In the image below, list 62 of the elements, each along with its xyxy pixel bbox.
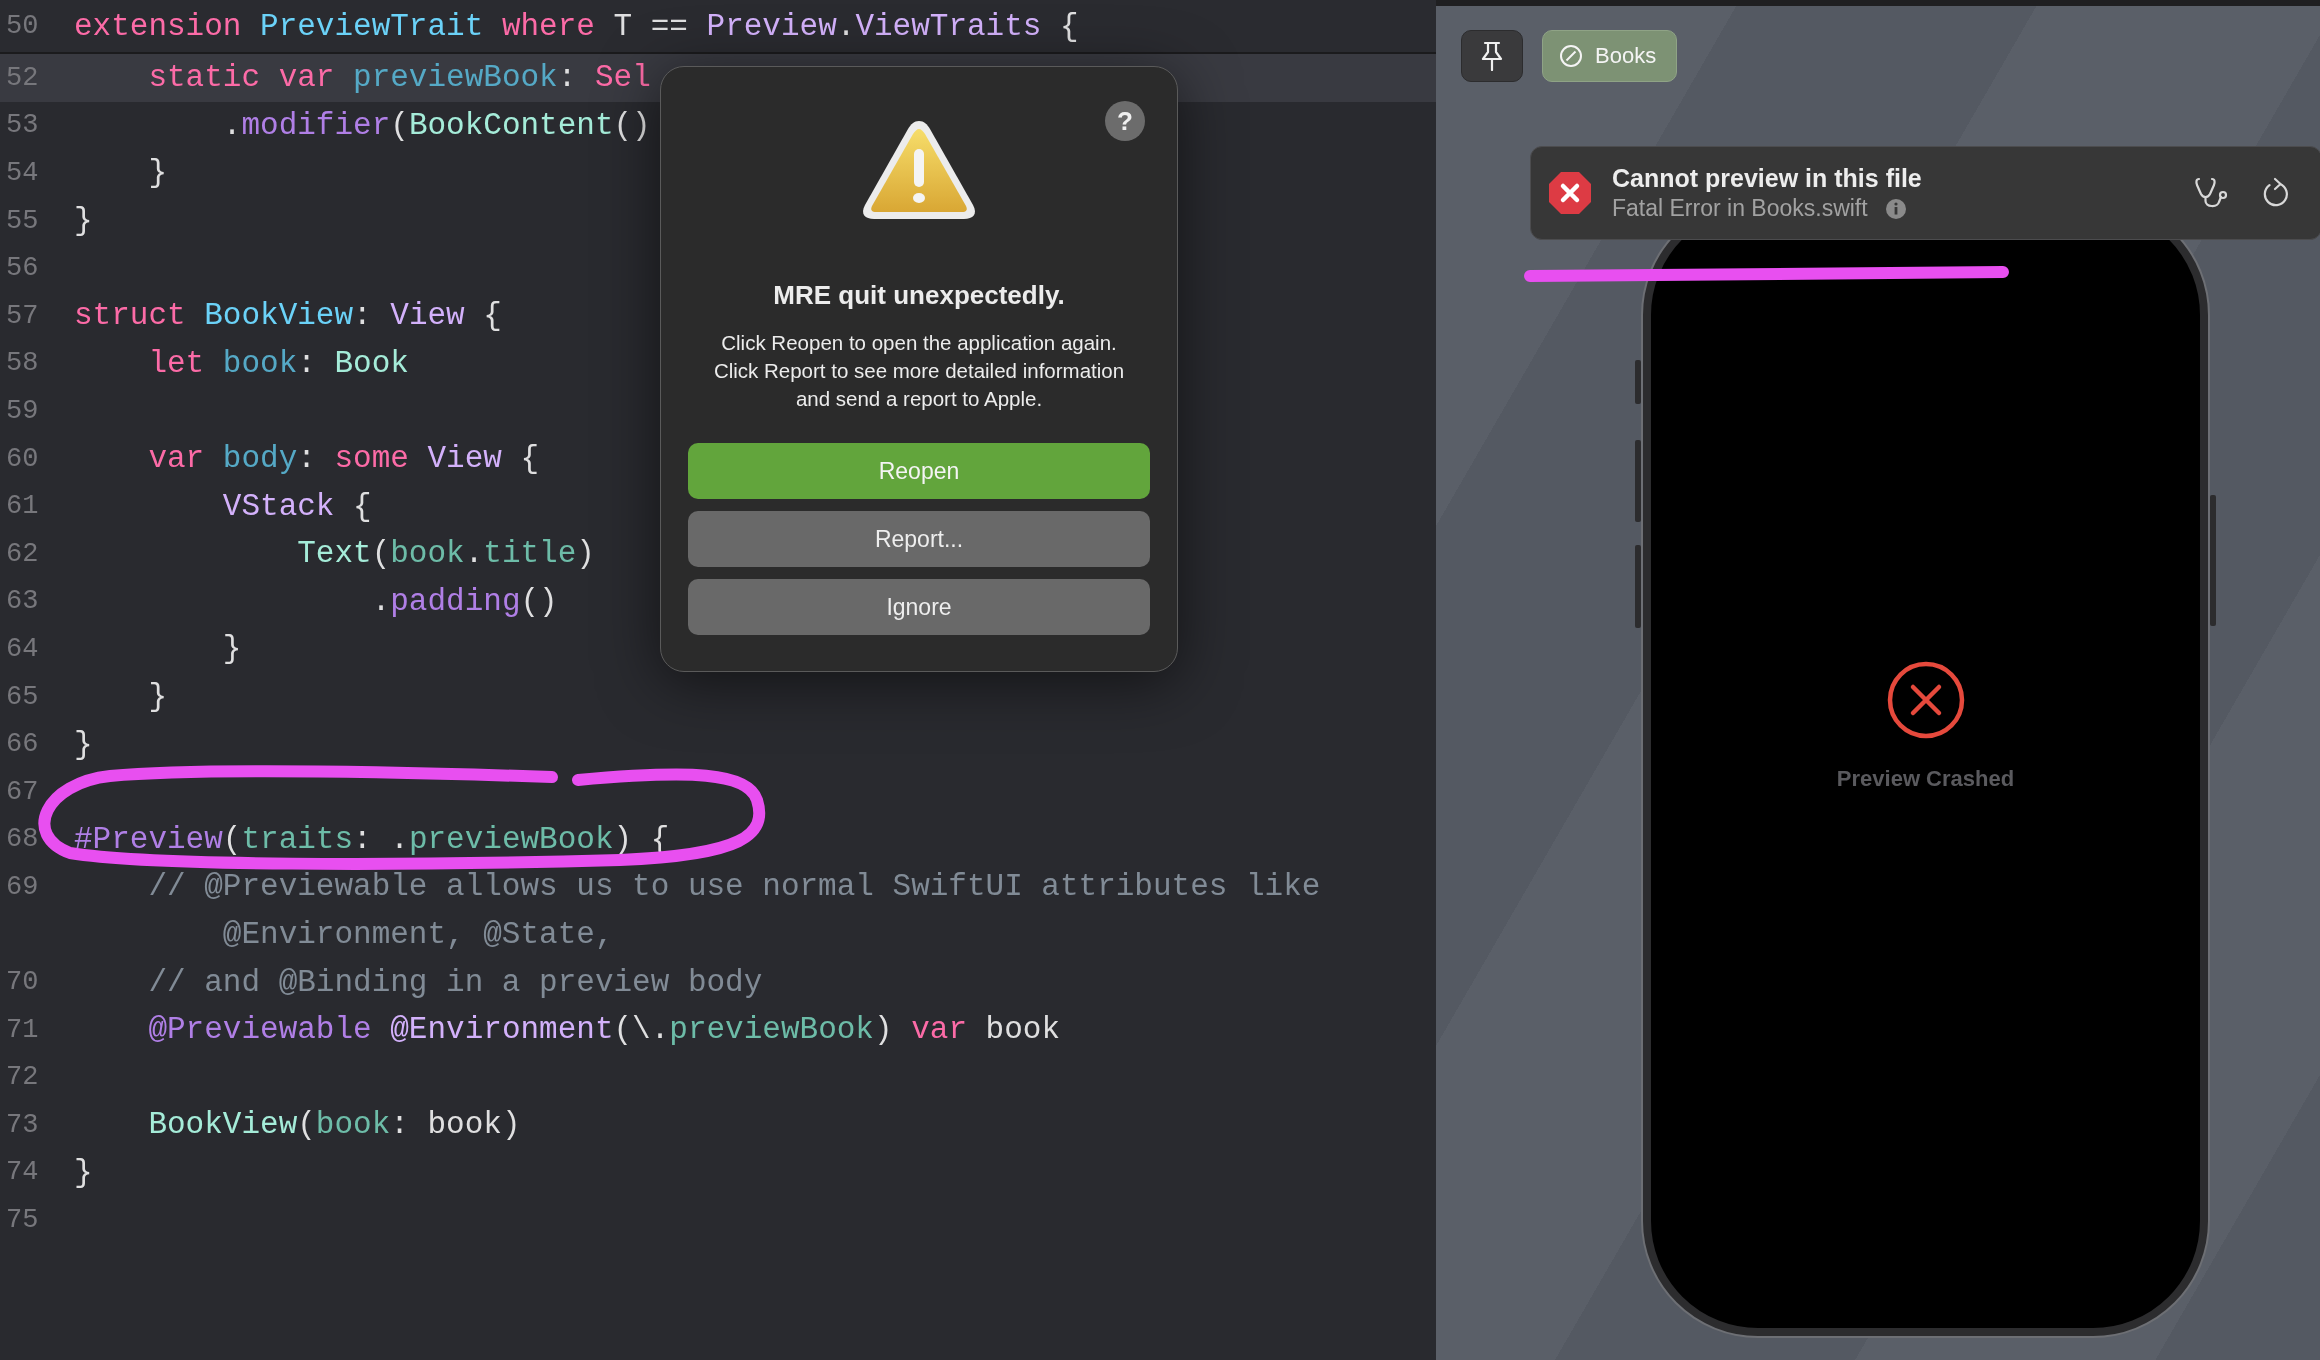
line-number: 50 (5, 11, 40, 41)
code-line: VStack { (221, 488, 372, 524)
line-number: 64 (5, 633, 40, 664)
line-number: 75 (5, 1205, 40, 1236)
code-line: } (73, 1154, 93, 1190)
dialog-title: MRE quit unexpectedly. (773, 279, 1065, 311)
code-line: @Previewable @Environment(\.previewBook) var book (147, 1012, 1060, 1048)
line-number: 54 (5, 158, 40, 188)
help-button[interactable]: ? (1105, 101, 1145, 141)
line-number: 60 (5, 443, 40, 474)
code-line: .padding() (370, 583, 558, 619)
pushpin-icon (1481, 41, 1503, 71)
code-line: extension PreviewTrait where T == Preview.ViewTraits { (73, 8, 1079, 44)
code-line: } (147, 155, 167, 191)
code-line: .modifier(BookContent() (221, 107, 651, 143)
code-line: BookView(book: book) (147, 1107, 521, 1143)
line-number: 59 (5, 395, 40, 426)
error-icon (1548, 171, 1592, 215)
line-number: 62 (5, 538, 40, 569)
reopen-button[interactable]: Reopen (688, 443, 1150, 499)
line-number: 70 (5, 967, 40, 998)
banner-title: Cannot preview in this file (1612, 164, 1923, 193)
dialog-message: Click Reopen to open the application again. Click Report to see more detailed information and send a report to Apple. (712, 330, 1126, 412)
code-line: // @Previewable allows us to use normal SwiftUI attributes like (147, 869, 1321, 905)
code-line: // and @Binding in a preview body (147, 964, 763, 1000)
line-number: 58 (5, 348, 40, 379)
line-number: 65 (5, 681, 40, 712)
code-line: } (147, 679, 167, 714)
code-line: @Environment, @State, (221, 917, 614, 952)
line-number: 68 (5, 824, 40, 855)
line-number: 55 (5, 205, 40, 236)
code-line: Text(book.title) (296, 536, 595, 572)
code-line: var body: some View { (147, 441, 540, 477)
crash-icon (1885, 660, 1966, 740)
line-number: 61 (5, 491, 40, 522)
line-number: 74 (5, 1157, 40, 1188)
pin-button[interactable] (1461, 30, 1523, 82)
code-line: static var previewBook: Sel (147, 60, 651, 96)
line-number: 72 (5, 1062, 40, 1093)
refresh-icon[interactable] (2261, 177, 2291, 209)
code-line: } (221, 631, 242, 667)
code-line: let book: Book (147, 345, 409, 381)
banner-subtitle: Fatal Error in Books.swift (1612, 195, 1868, 222)
line-number: 73 (5, 1109, 40, 1140)
code-line: } (73, 203, 93, 239)
line-number: 71 (5, 1014, 40, 1045)
line-number: 63 (5, 586, 40, 617)
line-number: 67 (5, 776, 40, 807)
dialog-button[interactable]: Ignore (688, 579, 1150, 635)
code-line: struct BookView: View { (73, 298, 502, 334)
line-number: 53 (5, 110, 40, 141)
dialog-button[interactable]: Report... (688, 511, 1150, 567)
status-text: Preview Crashed (1836, 766, 2015, 792)
line-number: 52 (5, 62, 40, 93)
line-number: 56 (5, 253, 40, 284)
books-button[interactable]: Books (1542, 30, 1678, 82)
info-icon[interactable] (1885, 198, 1906, 219)
line-number: 69 (5, 871, 40, 902)
line-number: 66 (5, 729, 40, 760)
code-line: } (73, 726, 93, 762)
prohibited-icon (1559, 44, 1583, 68)
line-number: 57 (5, 300, 40, 331)
